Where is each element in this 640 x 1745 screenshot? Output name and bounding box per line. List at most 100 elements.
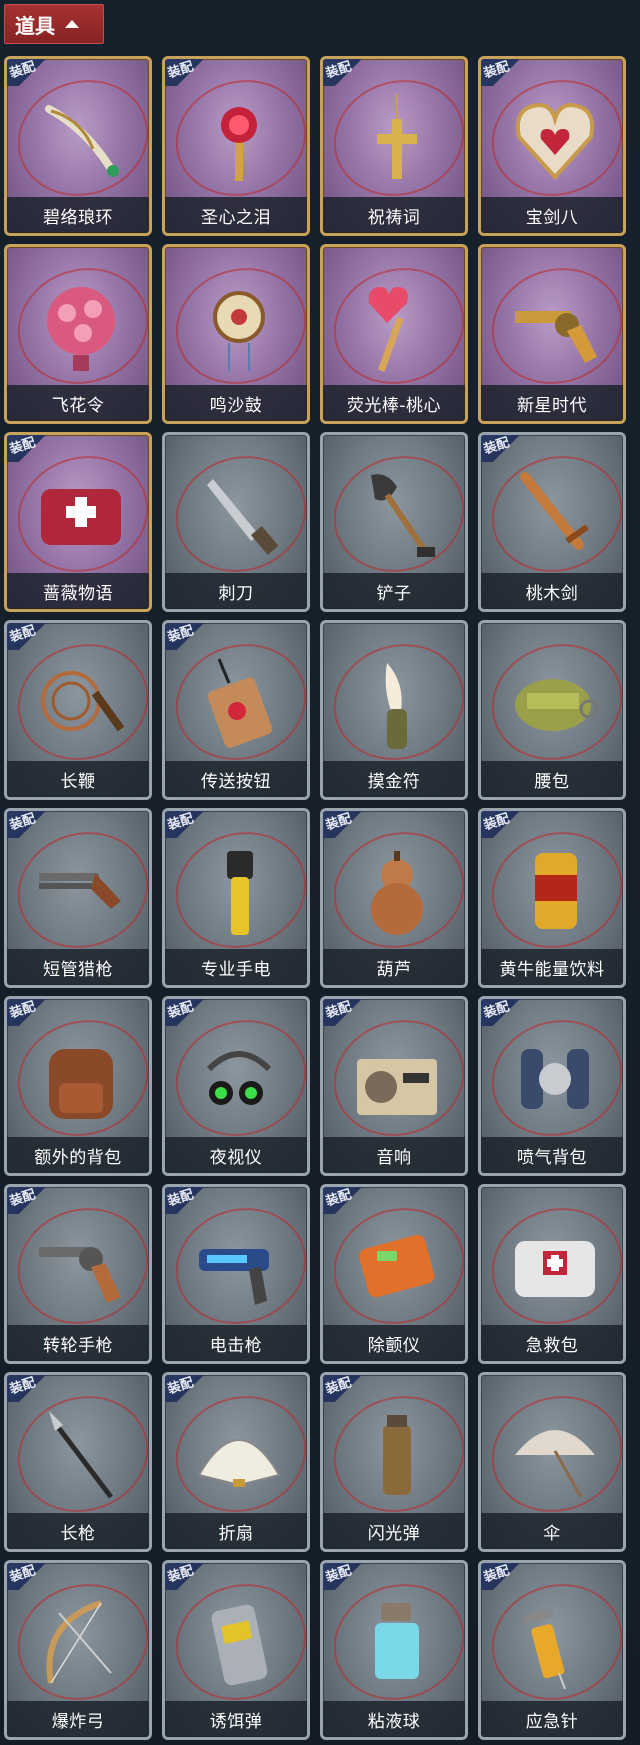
item-card[interactable]: 急救包 [478,1184,626,1364]
equipped-badge: 装配 [481,435,522,462]
item-name-label: 碧络琅环 [7,197,149,233]
item-name-label: 黄牛能量饮料 [481,949,623,985]
equipped-badge: 装配 [481,1563,522,1590]
item-name-label: 急救包 [481,1325,623,1361]
item-card[interactable]: 装配 喷气背包 [478,996,626,1176]
item-name-label: 除颤仪 [323,1325,465,1361]
item-card[interactable]: 装配 传送按钮 [162,620,310,800]
item-card[interactable]: 装配 专业手电 [162,808,310,988]
item-card[interactable]: 新星时代 [478,244,626,424]
item-name-label: 电击枪 [165,1325,307,1361]
equipped-badge: 装配 [165,1375,206,1402]
equipped-badge: 装配 [481,999,522,1026]
jetpack-icon [505,1029,605,1129]
night-goggles-icon [189,1029,289,1129]
item-card[interactable]: 装配 折扇 [162,1372,310,1552]
shock-gun-icon [189,1217,289,1317]
item-card[interactable]: 装配 碧络琅环 [4,56,152,236]
equipped-badge: 装配 [7,59,48,86]
props-category-button[interactable]: 道具 [4,4,104,44]
equipped-badge: 装配 [165,811,206,838]
item-name-label: 飞花令 [7,385,149,421]
energy-can-icon [505,841,605,941]
item-card[interactable]: 装配 爆炸弓 [4,1560,152,1740]
props-category-label: 道具 [15,13,55,38]
shovel-icon [347,465,447,565]
item-card[interactable]: 刺刀 [162,432,310,612]
item-card[interactable]: 装配 闪光弹 [320,1372,468,1552]
item-name-label: 鸣沙鼓 [165,385,307,421]
drum-amulet-icon [189,277,289,377]
item-card[interactable]: 装配 黄牛能量饮料 [478,808,626,988]
item-card[interactable]: 装配 电击枪 [162,1184,310,1364]
whip-icon [31,653,131,753]
flashlight-icon [189,841,289,941]
item-name-label: 铲子 [323,573,465,609]
revolver-icon [31,1217,131,1317]
folding-fan-icon [189,1405,289,1505]
equipped-badge: 装配 [323,59,364,86]
ruby-scepter-icon [189,89,289,189]
item-card[interactable]: 装配 圣心之泪 [162,56,310,236]
item-card[interactable]: 装配 短管猎枪 [4,808,152,988]
equipped-badge: 装配 [7,1563,48,1590]
radio-icon [347,1029,447,1129]
slime-jar-icon [347,1593,447,1693]
item-card[interactable]: 装配 夜视仪 [162,996,310,1176]
flashbang-icon [347,1405,447,1505]
item-card[interactable]: 伞 [478,1372,626,1552]
item-name-label: 粘液球 [323,1701,465,1737]
defibrillator-icon [347,1217,447,1317]
bow-icon [31,1593,131,1693]
equipped-badge: 装配 [7,435,48,462]
item-name-label: 额外的背包 [7,1137,149,1173]
item-card[interactable]: 鸣沙鼓 [162,244,310,424]
item-card[interactable]: 装配 宝剑八 [478,56,626,236]
item-name-label: 葫芦 [323,949,465,985]
equipped-badge: 装配 [323,1375,364,1402]
gold-cross-icon [347,89,447,189]
item-card[interactable]: 装配 粘液球 [320,1560,468,1740]
item-name-label: 刺刀 [165,573,307,609]
item-name-label: 荧光棒-桃心 [323,385,465,421]
item-card[interactable]: 装配 除颤仪 [320,1184,468,1364]
item-name-label: 新星时代 [481,385,623,421]
spear-icon [31,1405,131,1505]
gourd-icon [347,841,447,941]
item-card[interactable]: 飞花令 [4,244,152,424]
item-card[interactable]: 装配 葫芦 [320,808,468,988]
flower-lantern-icon [31,277,131,377]
item-card[interactable]: 装配 额外的背包 [4,996,152,1176]
item-card[interactable]: 装配 蔷薇物语 [4,432,152,612]
item-card[interactable]: 装配 长鞭 [4,620,152,800]
item-card[interactable]: 摸金符 [320,620,468,800]
item-name-label: 桃木剑 [481,573,623,609]
equipped-badge: 装配 [165,1563,206,1590]
decoy-canister-icon [189,1593,289,1693]
item-card[interactable]: 装配 长枪 [4,1372,152,1552]
equipped-badge: 装配 [165,999,206,1026]
item-card[interactable]: 装配 音响 [320,996,468,1176]
item-card[interactable]: 装配 诱饵弹 [162,1560,310,1740]
item-card[interactable]: 装配 转轮手枪 [4,1184,152,1364]
equipped-badge: 装配 [481,59,522,86]
equipped-badge: 装配 [7,999,48,1026]
item-card[interactable]: 荧光棒-桃心 [320,244,468,424]
item-name-label: 长枪 [7,1513,149,1549]
item-card[interactable]: 装配 应急针 [478,1560,626,1740]
item-card[interactable]: 铲子 [320,432,468,612]
item-grid: 装配 碧络琅环 装配 圣心之泪 装配 祝祷词 装配 宝剑八 飞花令 鸣沙鼓 荧光棒-桃心 新星时代 装配… [4,56,636,1740]
equipped-badge: 装配 [323,811,364,838]
item-card[interactable]: 装配 祝祷词 [320,56,468,236]
item-name-label: 长鞭 [7,761,149,797]
item-name-label: 腰包 [481,761,623,797]
item-card[interactable]: 装配 桃木剑 [478,432,626,612]
wooden-sword-icon [505,465,605,565]
equipped-badge: 装配 [7,1187,48,1214]
item-name-label: 诱饵弹 [165,1701,307,1737]
item-name-label: 夜视仪 [165,1137,307,1173]
equipped-badge: 装配 [165,623,206,650]
backpack-icon [31,1029,131,1129]
tooth-charm-icon [347,653,447,753]
item-card[interactable]: 腰包 [478,620,626,800]
